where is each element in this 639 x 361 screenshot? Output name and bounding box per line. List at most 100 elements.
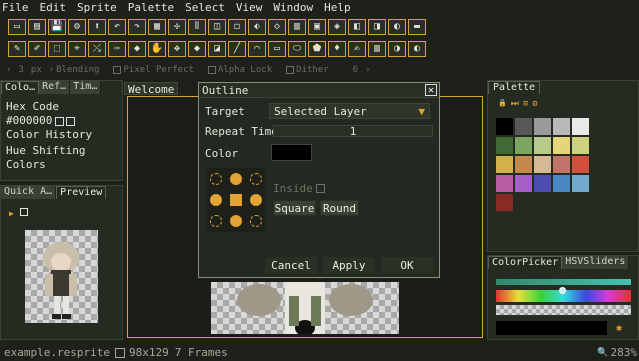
tab-reference[interactable]: Ref…: [39, 81, 71, 94]
apply-button[interactable]: Apply: [323, 257, 375, 274]
draw-tool-icon[interactable]: ◆: [188, 41, 206, 57]
draw-tool-icon[interactable]: ♦: [328, 41, 346, 57]
skip-icon[interactable]: ⏭: [511, 99, 519, 109]
palette-swatch[interactable]: [572, 156, 589, 173]
blending-toggle[interactable]: Blending: [56, 65, 106, 75]
draw-tool-icon[interactable]: ⬟: [308, 41, 326, 57]
palette-swatch[interactable]: [534, 156, 551, 173]
draw-tool-icon[interactable]: ╱: [228, 41, 246, 57]
round-button[interactable]: Round: [320, 200, 359, 216]
palette-swatch[interactable]: [534, 137, 551, 154]
settings-icon[interactable]: ⚙: [532, 99, 537, 109]
cancel-button[interactable]: Cancel: [265, 257, 317, 274]
toolbar-tool-icon[interactable]: ▬: [408, 19, 426, 35]
draw-tool-icon[interactable]: ◪: [208, 41, 226, 57]
menu-icon[interactable]: ≡: [523, 99, 528, 109]
palette-swatch[interactable]: [496, 156, 513, 173]
menu-sprite[interactable]: Sprite: [77, 1, 117, 14]
tab-color[interactable]: Colo…: [1, 81, 40, 94]
brush-size-increase-icon[interactable]: ›: [49, 65, 54, 75]
toolbar-tool-icon[interactable]: ↷: [128, 19, 146, 35]
palette-swatch[interactable]: [515, 156, 532, 173]
pixel-perfect-toggle[interactable]: Pixel Perfect: [113, 65, 200, 75]
tab-timeline[interactable]: Tim…: [70, 81, 102, 94]
toolbar-tool-icon[interactable]: ◧: [348, 19, 366, 35]
toolbar-tool-icon[interactable]: ◫: [208, 19, 226, 35]
alpha-slider[interactable]: [496, 305, 631, 315]
palette-swatch[interactable]: [515, 175, 532, 192]
palette-swatch[interactable]: [534, 175, 551, 192]
toolbar-tool-icon[interactable]: ⦀: [188, 19, 206, 35]
draw-tool-icon[interactable]: ✥: [168, 41, 186, 57]
hue-slider[interactable]: [496, 287, 631, 302]
draw-tool-icon[interactable]: ⌒: [248, 41, 266, 57]
dither-next-icon[interactable]: ›: [365, 65, 370, 75]
tab-welcome[interactable]: Welcome: [124, 82, 179, 95]
toolbar-tool-icon[interactable]: ▤: [28, 19, 46, 35]
pattern-cell[interactable]: [210, 173, 222, 185]
palette-swatch[interactable]: [496, 175, 513, 192]
palette-swatch[interactable]: [553, 137, 570, 154]
dither-toggle[interactable]: Dither: [286, 65, 336, 75]
menu-select[interactable]: Select: [185, 1, 225, 14]
toolbar-tool-icon[interactable]: ⬖: [248, 19, 266, 35]
palette-swatch[interactable]: [572, 137, 589, 154]
tab-palette[interactable]: Palette: [488, 81, 541, 94]
draw-tool-icon[interactable]: ◆: [128, 41, 146, 57]
draw-tool-icon[interactable]: ◐: [408, 41, 426, 57]
pattern-cell[interactable]: [210, 194, 222, 206]
draw-tool-icon[interactable]: ✍: [348, 41, 366, 57]
draw-tool-icon[interactable]: ✑: [108, 41, 126, 57]
palette-swatch[interactable]: [553, 175, 570, 192]
play-icon[interactable]: ▶: [9, 209, 14, 218]
palette-swatch[interactable]: [534, 118, 551, 135]
menu-file[interactable]: File: [2, 1, 29, 14]
toolbar-tool-icon[interactable]: ◐: [388, 19, 406, 35]
hue-shifting-label[interactable]: Hue Shifting Colors: [6, 144, 122, 172]
menu-window[interactable]: Window: [273, 1, 313, 14]
inside-toggle[interactable]: Inside: [273, 182, 325, 195]
toolbar-tool-icon[interactable]: ⬆: [88, 19, 106, 35]
brush-size-decrease-icon[interactable]: ‹: [6, 65, 11, 75]
menu-palette[interactable]: Palette: [128, 1, 174, 14]
brush-size-value[interactable]: 3: [18, 65, 23, 75]
tab-colorpicker[interactable]: ColorPicker: [488, 256, 563, 269]
palette-swatch[interactable]: [515, 118, 532, 135]
draw-tool-icon[interactable]: ⌖: [68, 41, 86, 57]
palette-swatch[interactable]: [572, 175, 589, 192]
draw-tool-icon[interactable]: ▥: [368, 41, 386, 57]
toolbar-tool-icon[interactable]: 💾: [48, 19, 66, 35]
eyedropper-icon[interactable]: ✱: [610, 321, 628, 335]
draw-tool-icon[interactable]: ✋: [148, 41, 166, 57]
tab-preview[interactable]: Preview: [56, 186, 107, 199]
lock-icon[interactable]: 🔒: [498, 99, 507, 109]
dither-value[interactable]: 6: [353, 65, 358, 75]
palette-swatch[interactable]: [496, 194, 513, 211]
toolbar-tool-icon[interactable]: ◈: [328, 19, 346, 35]
menu-edit[interactable]: Edit: [40, 1, 67, 14]
fit-icon[interactable]: [20, 208, 28, 216]
toolbar-tool-icon[interactable]: ✣: [168, 19, 186, 35]
menu-help[interactable]: Help: [324, 1, 351, 14]
tab-quick-access[interactable]: Quick A…: [1, 186, 57, 199]
close-icon[interactable]: ✕: [425, 84, 437, 96]
pattern-cell[interactable]: [250, 215, 262, 227]
square-button[interactable]: Square: [273, 200, 316, 216]
pattern-cell[interactable]: [230, 173, 242, 185]
draw-tool-icon[interactable]: ⬭: [288, 41, 306, 57]
draw-tool-icon[interactable]: ▭: [268, 41, 286, 57]
palette-swatch[interactable]: [553, 156, 570, 173]
tab-hsv-sliders[interactable]: HSVSliders: [562, 256, 630, 269]
draw-tool-icon[interactable]: ✎: [8, 41, 26, 57]
value-slider[interactable]: [496, 279, 631, 285]
palette-swatch[interactable]: [496, 137, 513, 154]
toolbar-tool-icon[interactable]: ▭: [8, 19, 26, 35]
pattern-cell[interactable]: [210, 215, 222, 227]
toolbar-tool-icon[interactable]: ▣: [308, 19, 326, 35]
toolbar-tool-icon[interactable]: ↶: [108, 19, 126, 35]
palette-swatch[interactable]: [572, 118, 589, 135]
draw-tool-icon[interactable]: ⬚: [48, 41, 66, 57]
toolbar-tool-icon[interactable]: ▥: [288, 19, 306, 35]
color-swatch-button[interactable]: [271, 144, 312, 161]
toolbar-tool-icon[interactable]: ◨: [368, 19, 386, 35]
